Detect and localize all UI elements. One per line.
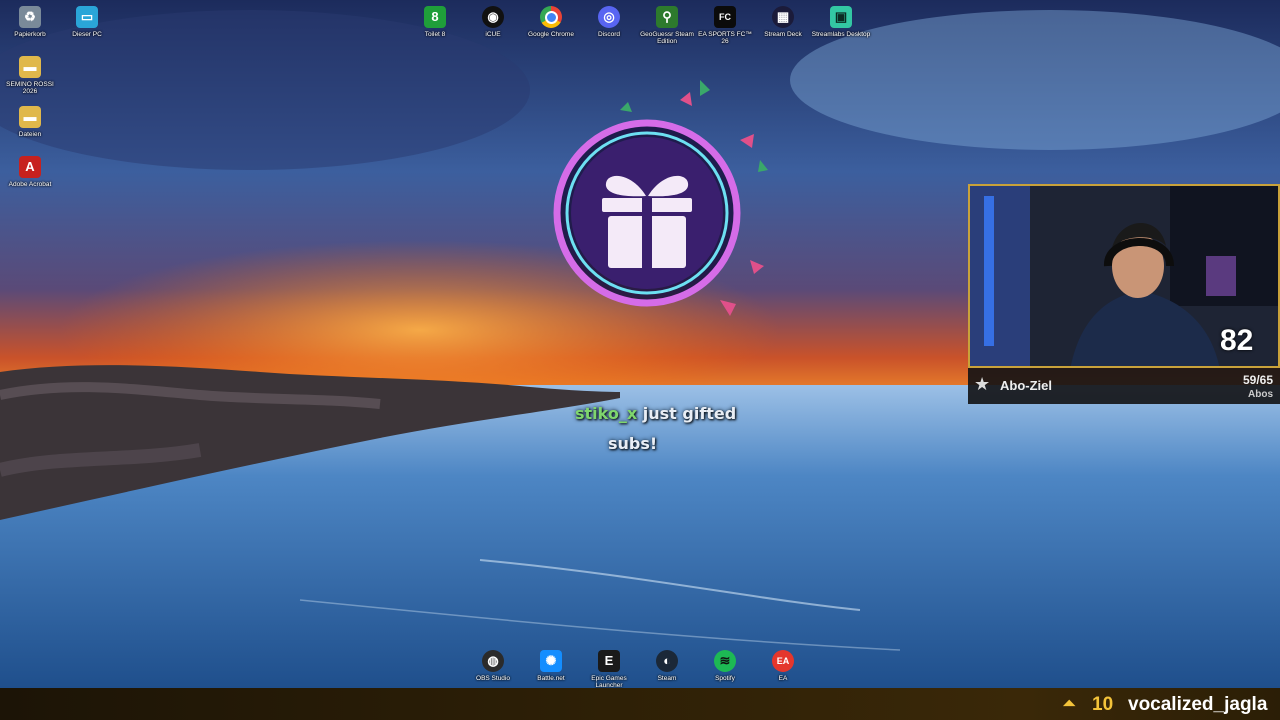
gift-alert-line2: subs! — [608, 434, 658, 453]
desktop-icon-ea[interactable]: EA EA — [753, 650, 813, 682]
streamlabs-icon: ▣ — [830, 6, 852, 28]
epic-icon: E — [598, 650, 620, 672]
toilet8-icon: 8 — [424, 6, 446, 28]
spotify-icon: ≋ — [714, 650, 736, 672]
desktop-icon-this-pc[interactable]: ▭ Dieser PC — [57, 6, 117, 38]
sub-goal-label: Abo-Ziel — [1000, 378, 1052, 393]
icue-icon: ◉ — [482, 6, 504, 28]
sub-goal-value: 59/65 — [1242, 373, 1273, 387]
desktop-icon-obs-studio[interactable]: ◍ OBS Studio — [463, 650, 523, 682]
monitor-icon: ▭ — [76, 6, 98, 28]
upvote-icon: ⏶ — [1062, 693, 1077, 713]
desktop-icon-adobe-acrobat[interactable]: A Adobe Acrobat — [0, 156, 60, 188]
steam-icon: ◐ — [656, 650, 678, 672]
folder-icon: ▬ — [19, 106, 41, 128]
discord-icon: ◎ — [598, 6, 620, 28]
desktop-icon-epic-games[interactable]: E Epic Games Launcher — [579, 650, 639, 689]
acrobat-icon: A — [19, 156, 41, 178]
gift-alert-message: just gifted — [642, 404, 737, 423]
streamdeck-icon: ▦ — [772, 6, 794, 28]
desktop-icon-steam[interactable]: ◐ Steam — [637, 650, 697, 682]
desktop-icon-battle-net[interactable]: ✺ Battle.net — [521, 650, 581, 682]
star-icon: ★ — [974, 374, 991, 394]
desktop-icon-spotify[interactable]: ≋ Spotify — [695, 650, 755, 682]
ticker-user: vocalized_jagla — [1128, 694, 1268, 715]
desktop-icon-semino-rossi-folder[interactable]: ▬ SEMINO ROSSI 2026 — [0, 56, 60, 95]
gift-alert-user: stiko_x — [575, 404, 638, 423]
obs-icon: ◍ — [482, 650, 504, 672]
desktop-icon-toilet-8[interactable]: 8 Toilet 8 — [405, 6, 465, 38]
battlenet-icon: ✺ — [540, 650, 562, 672]
recycle-bin-icon: ♻ — [19, 6, 41, 28]
geoguessr-icon: ⚲ — [656, 6, 678, 28]
desktop-icon-streamlabs[interactable]: ▣ Streamlabs Desktop — [811, 6, 871, 38]
gift-alert-text: stiko_x just gifted — [575, 404, 736, 423]
desktop-icon-recycle-bin[interactable]: ♻ Papierkorb — [0, 6, 60, 38]
folder-icon: ▬ — [19, 56, 41, 78]
desktop-icon-geoguessr[interactable]: ⚲ GeoGuessr Steam Edition — [637, 6, 697, 45]
desktop-icon-stream-deck[interactable]: ▦ Stream Deck — [753, 6, 813, 38]
desktop-icon-icue[interactable]: ◉ iCUE — [463, 6, 523, 38]
webcam-counter: 82 — [1220, 324, 1254, 357]
ticker-count: 10 — [1092, 694, 1114, 715]
ea-icon: EA — [772, 650, 794, 672]
desktop-icon-discord[interactable]: ◎ Discord — [579, 6, 639, 38]
desktop-icon-files-folder[interactable]: ▬ Dateien — [0, 106, 60, 138]
desktop-icon-google-chrome[interactable]: Google Chrome — [521, 6, 581, 38]
desktop-icon-ea-sports-fc[interactable]: FC EA SPORTS FC™ 26 — [695, 6, 755, 45]
sub-goal-unit: Abos — [1248, 389, 1273, 400]
easportsfc-icon: FC — [714, 6, 736, 28]
chrome-icon — [540, 6, 562, 28]
bottom-ticker-bar: ⏶ — [0, 688, 1280, 720]
